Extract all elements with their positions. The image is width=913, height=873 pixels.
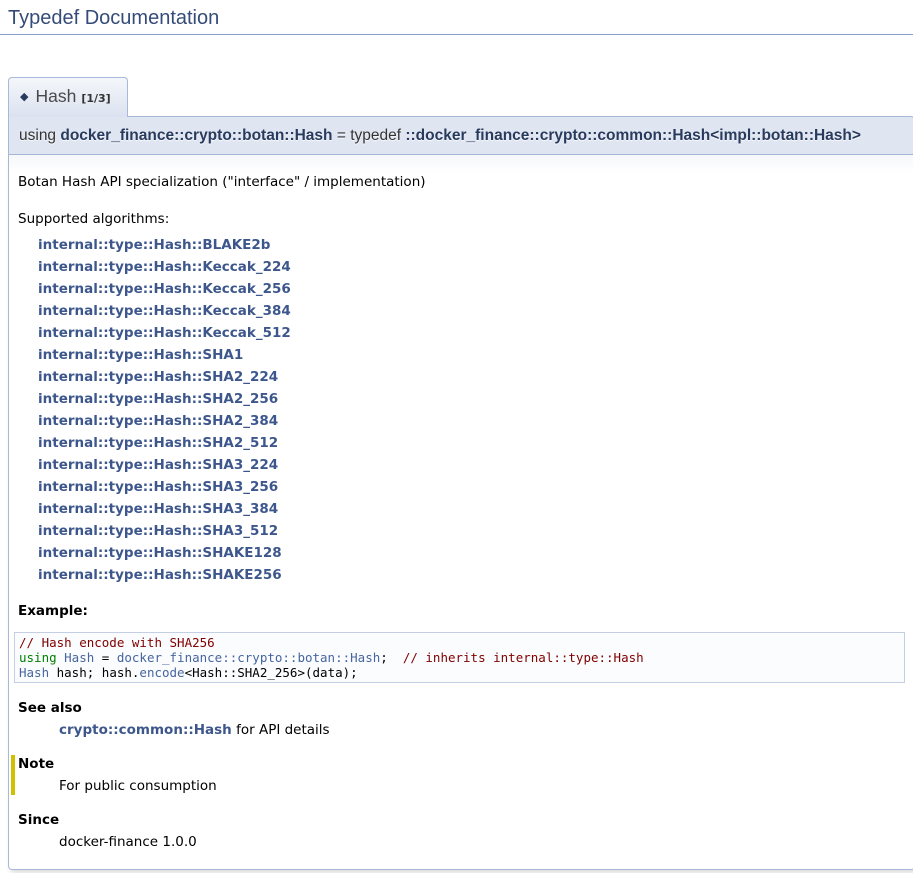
- code-comment: // inherits internal::type::Hash: [403, 650, 644, 665]
- since-label: Since: [18, 811, 905, 829]
- example-section: Example:: [18, 602, 905, 620]
- code-plain: <Hash::SHA2_256>(data);: [185, 665, 358, 680]
- algorithm-list-item: internal::type::Hash::Keccak_512: [18, 322, 905, 344]
- code-plain: =: [94, 650, 117, 665]
- member-declaration: using docker_finance::crypto::botan::Has…: [8, 116, 913, 155]
- page-title: Typedef Documentation: [0, 0, 913, 35]
- algorithm-list-item: internal::type::Hash::BLAKE2b: [18, 234, 905, 256]
- see-also-label: See also: [18, 699, 905, 717]
- algorithm-link[interactable]: internal::type::Hash::SHAKE256: [38, 567, 282, 583]
- algorithm-list-item: internal::type::Hash::Keccak_384: [18, 300, 905, 322]
- algorithm-list-item: internal::type::Hash::SHA2_512: [18, 432, 905, 454]
- code-plain: hash; hash.: [49, 665, 139, 680]
- code-line: // Hash encode with SHA256: [19, 635, 900, 650]
- algorithm-link[interactable]: internal::type::Hash::SHA3_256: [38, 479, 278, 495]
- algorithm-link[interactable]: internal::type::Hash::SHA2_256: [38, 391, 278, 407]
- algorithm-link[interactable]: internal::type::Hash::Keccak_512: [38, 325, 291, 341]
- algorithm-link[interactable]: internal::type::Hash::SHA1: [38, 347, 243, 363]
- see-also-suffix: for API details: [232, 722, 330, 738]
- see-also-link[interactable]: crypto::common::Hash: [59, 722, 232, 738]
- note-text: For public consumption: [59, 777, 905, 795]
- algorithm-list-item: internal::type::Hash::SHA2_256: [18, 388, 905, 410]
- algorithm-list-item: internal::type::Hash::SHA2_384: [18, 410, 905, 432]
- algorithm-list-item: internal::type::Hash::SHA3_224: [18, 454, 905, 476]
- code-line: using Hash = docker_finance::crypto::bot…: [19, 650, 900, 665]
- code-line: Hash hash; hash.encode<Hash::SHA2_256>(d…: [19, 665, 900, 680]
- algorithm-list-item: internal::type::Hash::SHA3_256: [18, 476, 905, 498]
- member-panel: ◆Hash[1/3] using docker_finance::crypto:…: [8, 77, 913, 870]
- algorithms-list: internal::type::Hash::BLAKE2binternal::t…: [18, 234, 905, 586]
- member-tab: ◆ Hash [1/3]: [8, 77, 128, 117]
- member-doc: Botan Hash API specialization ("interfac…: [8, 155, 913, 870]
- algorithm-link[interactable]: internal::type::Hash::Keccak_224: [38, 259, 291, 275]
- code-link-hash[interactable]: Hash: [64, 650, 94, 665]
- algorithm-link[interactable]: internal::type::Hash::Keccak_384: [38, 303, 291, 319]
- supported-algorithms-label: Supported algorithms:: [18, 210, 905, 228]
- summary-text: Botan Hash API specialization ("interfac…: [18, 173, 905, 191]
- since-section: Since docker-finance 1.0.0: [18, 811, 905, 851]
- since-text: docker-finance 1.0.0: [59, 833, 905, 851]
- algorithm-link[interactable]: internal::type::Hash::SHAKE128: [38, 545, 282, 561]
- algorithm-link[interactable]: internal::type::Hash::SHA2_512: [38, 435, 278, 451]
- algorithm-list-item: internal::type::Hash::SHA3_384: [18, 498, 905, 520]
- algorithm-link[interactable]: internal::type::Hash::SHA2_224: [38, 369, 278, 385]
- algorithm-list-item: internal::type::Hash::SHA2_224: [18, 366, 905, 388]
- algorithm-link[interactable]: internal::type::Hash::SHA2_384: [38, 413, 278, 429]
- note-section: Note For public consumption: [11, 755, 905, 795]
- algorithm-link[interactable]: internal::type::Hash::SHA3_512: [38, 523, 278, 539]
- algorithm-list-item: internal::type::Hash::Keccak_224: [18, 256, 905, 278]
- declaration-prefix: using: [19, 127, 60, 144]
- declaration-connector: = typedef: [333, 127, 406, 144]
- algorithm-link[interactable]: internal::type::Hash::Keccak_256: [38, 281, 291, 297]
- example-label: Example:: [18, 602, 905, 620]
- code-comment: // Hash encode with SHA256: [19, 635, 215, 650]
- algorithm-list-item: internal::type::Hash::SHAKE256: [18, 564, 905, 586]
- note-label: Note: [18, 755, 905, 773]
- code-link-encode[interactable]: encode: [139, 665, 184, 680]
- member-overload-index: [1/3]: [81, 92, 110, 105]
- code-link-botan-hash[interactable]: docker_finance::crypto::botan::Hash: [117, 650, 380, 665]
- algorithm-list-item: internal::type::Hash::SHA1: [18, 344, 905, 366]
- permalink-diamond-icon[interactable]: ◆: [20, 90, 28, 103]
- algorithm-link[interactable]: internal::type::Hash::BLAKE2b: [38, 237, 270, 253]
- algorithm-list-item: internal::type::Hash::Keccak_256: [18, 278, 905, 300]
- code-plain: ;: [380, 650, 403, 665]
- declaration-type-link[interactable]: ::docker_finance::crypto::common::Hash<i…: [405, 127, 861, 144]
- algorithm-list-item: internal::type::Hash::SHAKE128: [18, 542, 905, 564]
- algorithm-link[interactable]: internal::type::Hash::SHA3_384: [38, 501, 278, 517]
- example-code-block: // Hash encode with SHA256 using Hash = …: [14, 632, 905, 683]
- see-also-content: crypto::common::Hash for API details: [59, 721, 905, 739]
- code-keyword: using: [19, 650, 64, 665]
- code-link-hash[interactable]: Hash: [19, 665, 49, 680]
- member-name: Hash: [35, 86, 76, 106]
- algorithm-link[interactable]: internal::type::Hash::SHA3_224: [38, 457, 278, 473]
- algorithm-list-item: internal::type::Hash::SHA3_512: [18, 520, 905, 542]
- see-also-section: See also crypto::common::Hash for API de…: [18, 699, 905, 739]
- declaration-name-link[interactable]: docker_finance::crypto::botan::Hash: [60, 127, 332, 144]
